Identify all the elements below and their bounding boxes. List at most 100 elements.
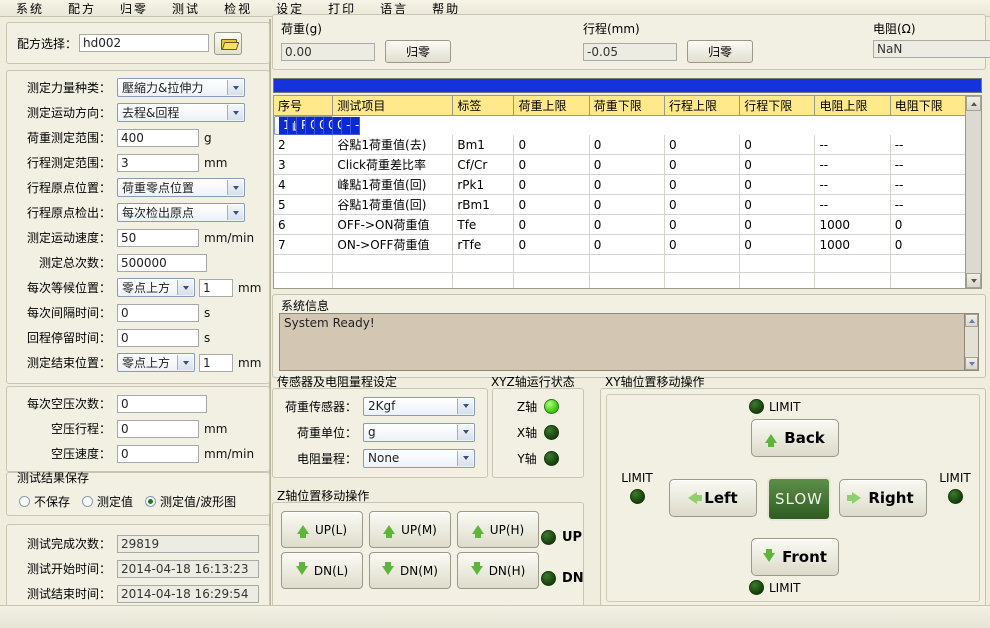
table-row[interactable]: 2 谷點1荷重值(去) Bm1 0 0 0 0 -- -- xyxy=(274,135,967,155)
result-input-0[interactable] xyxy=(117,534,259,553)
sysinfo-scroll-down-icon[interactable] xyxy=(965,357,978,370)
table-row[interactable]: 6 OFF->ON荷重值 Tfe 0 0 0 0 1000 0 xyxy=(274,214,967,235)
table-row[interactable]: 7 ON->OFF荷重值 rTfe 0 0 0 0 1000 0 xyxy=(274,234,967,255)
air-input-0[interactable] xyxy=(117,394,207,413)
scroll-up-icon[interactable] xyxy=(966,96,981,111)
menu-item-3[interactable]: 测试 xyxy=(170,0,202,17)
save-radio-0[interactable]: 不保存 xyxy=(19,493,70,510)
xyz-row-2: Y轴 xyxy=(493,445,583,471)
sensor-range-panel: 传感器及电阻量程设定 荷重传感器： 2Kgf 荷重单位： g 电阻量程： None xyxy=(272,375,488,478)
sensor-select-2[interactable]: None xyxy=(363,448,475,468)
arrow-down-icon xyxy=(470,562,483,575)
sensor-select-1[interactable]: g xyxy=(363,422,475,442)
xyz-label-1: X轴 xyxy=(516,425,538,440)
param-input-3[interactable] xyxy=(117,153,199,172)
table-header-7[interactable]: 电阻上限 xyxy=(814,96,891,116)
speed-toggle-button[interactable]: SLOW xyxy=(767,477,831,521)
menu-item-2[interactable]: 归零 xyxy=(118,0,150,17)
recipe-input[interactable] xyxy=(79,34,210,52)
table-cell-1-7: -- xyxy=(814,135,891,155)
sysinfo-scroll-up-icon[interactable] xyxy=(965,314,978,327)
sensor-select-0[interactable]: 2Kgf xyxy=(363,396,475,416)
table-header-3[interactable]: 荷重上限 xyxy=(513,96,590,116)
table-header-6[interactable]: 行程下限 xyxy=(739,96,816,116)
table-row[interactable]: 3 Click荷重差比率 Cf/Cr 0 0 0 0 -- -- xyxy=(274,154,967,175)
xyz-led-icon-0 xyxy=(544,398,560,414)
meter-value-2[interactable] xyxy=(873,40,990,58)
table-row-empty[interactable] xyxy=(274,272,967,288)
z-button-upl[interactable]: UP(L) xyxy=(281,511,363,548)
table-header-0[interactable]: 序号 xyxy=(274,96,334,116)
table-header-8[interactable]: 电阻下限 xyxy=(890,96,967,116)
table-header-2[interactable]: 标签 xyxy=(452,96,515,116)
xy-axis-panel: XY轴位置移动操作 LIMIT Back LIMIT Left SLOW Rig… xyxy=(600,375,986,608)
param-select-8[interactable]: 零点上方 xyxy=(117,278,195,297)
table-cell-3-1: 峰點1荷重值(回) xyxy=(332,174,454,195)
table-header-4[interactable]: 荷重下限 xyxy=(589,96,665,116)
meter-value-0[interactable] xyxy=(281,42,375,61)
test-items-grid: 序号测试项目标签荷重上限荷重下限行程上限行程下限电阻上限电阻下限 1峰點1荷重值… xyxy=(274,96,967,288)
param-select-4[interactable]: 荷重零点位置 xyxy=(117,178,245,197)
z-button-dnm[interactable]: DN(M) xyxy=(369,552,451,589)
table-cell-1-3: 0 xyxy=(513,135,590,155)
table-row-empty[interactable] xyxy=(274,254,967,273)
scroll-down-icon[interactable] xyxy=(966,273,981,288)
zero-button-1[interactable]: 归零 xyxy=(687,40,753,63)
save-radio-1[interactable]: 测定值 xyxy=(82,493,133,510)
limit-left-led-icon xyxy=(629,489,645,504)
menu-item-1[interactable]: 配方 xyxy=(66,0,98,17)
system-info-scrollbar[interactable] xyxy=(964,314,978,370)
param-row-0: 测定力量种类： 壓縮力&拉伸力 xyxy=(7,75,269,100)
z-button-upm[interactable]: UP(M) xyxy=(369,511,451,548)
front-button[interactable]: Front xyxy=(751,538,839,576)
param-input2-8[interactable] xyxy=(199,278,233,297)
left-button[interactable]: Left xyxy=(669,479,757,517)
right-button[interactable]: Right xyxy=(839,479,927,517)
table-header-5[interactable]: 行程上限 xyxy=(664,96,741,116)
table-row[interactable]: 5 谷點1荷重值(回) rBm1 0 0 0 0 -- -- xyxy=(274,194,967,215)
zero-button-0[interactable]: 归零 xyxy=(385,40,451,63)
param-select-11[interactable]: 零点上方 xyxy=(117,353,195,372)
param-select-0[interactable]: 壓縮力&拉伸力 xyxy=(117,78,245,97)
xyz-led-icon-2 xyxy=(543,450,559,466)
param-unit-9: s xyxy=(204,305,211,320)
save-radio-2[interactable]: 测定值/波形图 xyxy=(145,493,236,510)
meter-value-1[interactable] xyxy=(583,42,677,61)
test-items-table[interactable]: 序号测试项目标签荷重上限荷重下限行程上限行程下限电阻上限电阻下限 1峰點1荷重值… xyxy=(273,95,982,289)
menu-item-0[interactable]: 系统 xyxy=(14,0,46,17)
param-input2-11[interactable] xyxy=(199,353,233,372)
table-cell-empty xyxy=(890,254,967,273)
arrow-up-icon xyxy=(471,525,484,538)
table-row[interactable]: 4 峰點1荷重值(回) rPk1 0 0 0 0 -- -- xyxy=(274,174,967,195)
table-cell-empty xyxy=(513,254,590,273)
table-vertical-scrollbar[interactable] xyxy=(965,96,981,288)
back-button[interactable]: Back xyxy=(751,419,839,457)
table-cell-5-1: OFF->ON荷重值 xyxy=(332,214,454,235)
param-input-7[interactable] xyxy=(117,253,207,272)
result-input-1[interactable] xyxy=(117,559,259,578)
z-button-dnl[interactable]: DN(L) xyxy=(281,552,363,589)
table-cell-6-3: 0 xyxy=(513,234,590,255)
param-select-5[interactable]: 每次检出原点 xyxy=(117,203,245,222)
table-row[interactable]: 1峰點1荷重值(去)Pk10000---- xyxy=(274,116,360,135)
z-button-label-1: UP(M) xyxy=(401,522,437,537)
param-select-1[interactable]: 去程&回程 xyxy=(117,103,245,122)
menu-item-4[interactable]: 检视 xyxy=(222,0,254,17)
param-select-4-value: 荷重零点位置 xyxy=(122,181,195,195)
param-input-9[interactable] xyxy=(117,303,199,322)
param-input-10[interactable] xyxy=(117,328,199,347)
recipe-browse-button[interactable] xyxy=(214,31,243,55)
param-input-2[interactable] xyxy=(117,128,199,147)
xyz-label-2: Y轴 xyxy=(517,451,537,466)
z-button-uph[interactable]: UP(H) xyxy=(457,511,539,548)
z-button-dnh[interactable]: DN(H) xyxy=(457,552,539,589)
air-input-2[interactable] xyxy=(117,444,199,463)
folder-open-icon xyxy=(220,38,237,50)
table-header-1[interactable]: 测试项目 xyxy=(332,96,454,116)
air-input-1[interactable] xyxy=(117,419,199,438)
sensor-select-2-value: None xyxy=(368,451,400,465)
result-input-2[interactable] xyxy=(117,584,259,603)
param-input-6[interactable] xyxy=(117,228,199,247)
table-cell-empty xyxy=(664,272,741,288)
table-cell-empty xyxy=(274,254,334,273)
